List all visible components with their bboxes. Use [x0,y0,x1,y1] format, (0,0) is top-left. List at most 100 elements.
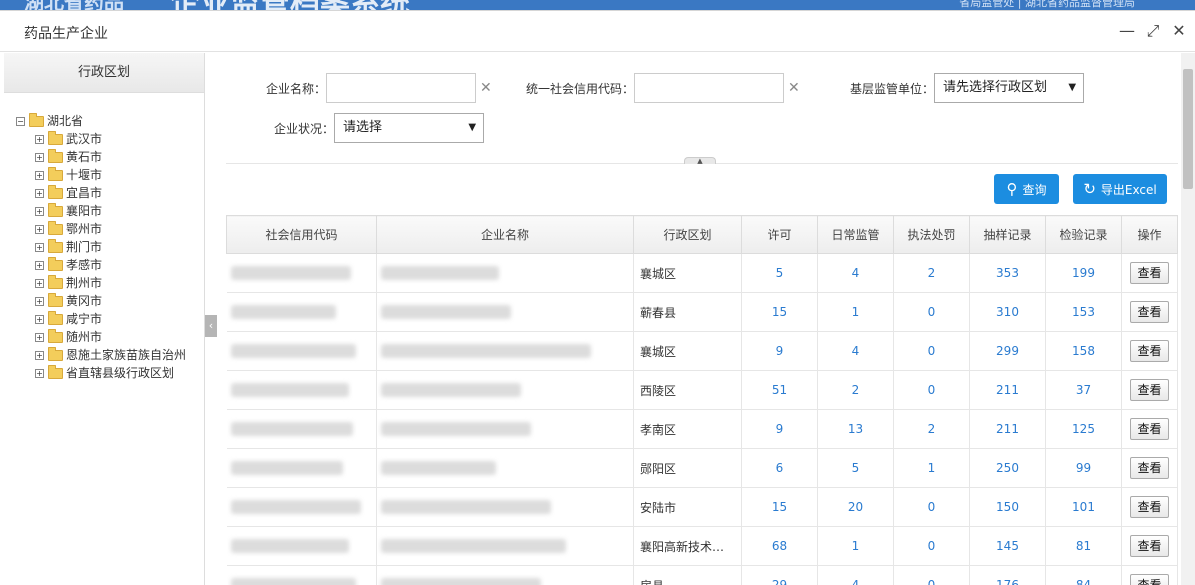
expand-icon[interactable]: + [35,314,44,324]
penalty-count-link[interactable]: 0 [893,331,970,371]
daily-supervision-count-link[interactable]: 1 [817,526,894,566]
license-count-link[interactable]: 9 [741,331,818,371]
sampling-count-link[interactable]: 299 [969,331,1046,371]
export-excel-button[interactable]: ↻ 导出Excel [1073,174,1167,204]
vertical-scrollbar[interactable] [1181,53,1195,585]
penalty-count-link[interactable]: 0 [893,292,970,332]
penalty-count-link[interactable]: 1 [893,448,970,488]
tree-node-city[interactable]: + 省直辖县级行政区划 [16,364,204,382]
sampling-count-link[interactable]: 250 [969,448,1046,488]
inspection-count-link[interactable]: 84 [1045,565,1122,585]
sampling-count-link[interactable]: 211 [969,409,1046,449]
view-button[interactable]: 查看 [1130,574,1169,585]
view-button[interactable]: 查看 [1130,496,1169,518]
license-count-link[interactable]: 5 [741,253,818,293]
expand-icon[interactable]: + [35,188,44,198]
inspection-count-link[interactable]: 199 [1045,253,1122,293]
close-icon[interactable]: ✕ [1171,23,1187,39]
sampling-count-link[interactable]: 353 [969,253,1046,293]
query-button[interactable]: ⚲ 查询 [994,174,1059,204]
filter-collapse-knob[interactable]: ▲ [684,157,716,165]
license-count-link[interactable]: 68 [741,526,818,566]
inspection-count-link[interactable]: 99 [1045,448,1122,488]
penalty-count-link[interactable]: 0 [893,565,970,585]
inspection-count-link[interactable]: 153 [1045,292,1122,332]
view-button[interactable]: 查看 [1130,340,1169,362]
expand-icon[interactable]: + [35,224,44,234]
clear-company-name-icon[interactable]: ✕ [480,80,492,96]
clear-credit-code-icon[interactable]: ✕ [788,80,800,96]
daily-supervision-count-link[interactable]: 4 [817,253,894,293]
credit-code-input[interactable] [634,73,785,103]
tree-node-city[interactable]: + 荆门市 [16,238,204,256]
daily-supervision-count-link[interactable]: 13 [817,409,894,449]
expand-icon[interactable]: + [35,152,44,162]
expand-icon[interactable]: + [35,350,44,360]
minimize-icon[interactable]: — [1119,23,1135,39]
penalty-count-link[interactable]: 0 [893,370,970,410]
license-count-link[interactable]: 15 [741,292,818,332]
penalty-count-link[interactable]: 0 [893,526,970,566]
penalty-count-link[interactable]: 2 [893,409,970,449]
expand-icon[interactable]: + [35,332,44,342]
daily-supervision-count-link[interactable]: 4 [817,331,894,371]
tree-node-city[interactable]: + 宜昌市 [16,184,204,202]
daily-supervision-count-link[interactable]: 4 [817,565,894,585]
scrollbar-thumb[interactable] [1183,69,1193,189]
expand-icon[interactable]: + [35,278,44,288]
panel-collapse-handle[interactable]: ‹ [205,315,217,337]
license-count-link[interactable]: 29 [741,565,818,585]
tree-node-city[interactable]: + 襄阳市 [16,202,204,220]
tree-node-city[interactable]: + 咸宁市 [16,310,204,328]
license-count-link[interactable]: 9 [741,409,818,449]
license-count-link[interactable]: 6 [741,448,818,488]
collapse-icon[interactable]: − [16,116,25,126]
inspection-count-link[interactable]: 158 [1045,331,1122,371]
expand-icon[interactable]: + [35,260,44,270]
tree-node-city[interactable]: + 黄冈市 [16,292,204,310]
daily-supervision-count-link[interactable]: 2 [817,370,894,410]
license-count-link[interactable]: 15 [741,487,818,527]
tree-node-city[interactable]: + 鄂州市 [16,220,204,238]
expand-icon[interactable]: + [35,368,44,378]
company-name-input[interactable] [326,73,477,103]
tree-node-city[interactable]: + 随州市 [16,328,204,346]
expand-icon[interactable]: + [35,170,44,180]
supervision-unit-select[interactable]: 请先选择行政区划 ▼ [934,73,1085,103]
sampling-count-link[interactable]: 145 [969,526,1046,566]
maximize-icon[interactable]: ⤢ [1145,23,1161,39]
tree-node-root[interactable]: − 湖北省 [16,112,204,130]
daily-supervision-count-link[interactable]: 1 [817,292,894,332]
view-button[interactable]: 查看 [1130,535,1169,557]
penalty-count-link[interactable]: 0 [893,487,970,527]
inspection-count-link[interactable]: 81 [1045,526,1122,566]
sampling-count-link[interactable]: 211 [969,370,1046,410]
view-button[interactable]: 查看 [1130,262,1169,284]
view-button[interactable]: 查看 [1130,418,1169,440]
sampling-count-link[interactable]: 310 [969,292,1046,332]
sampling-count-link[interactable]: 176 [969,565,1046,585]
tree-node-city[interactable]: + 恩施土家族苗族自治州 [16,346,204,364]
dropdown-arrow-icon: ▼ [468,122,477,133]
license-count-link[interactable]: 51 [741,370,818,410]
inspection-count-link[interactable]: 125 [1045,409,1122,449]
expand-icon[interactable]: + [35,296,44,306]
view-button[interactable]: 查看 [1130,457,1169,479]
expand-icon[interactable]: + [35,134,44,144]
view-button[interactable]: 查看 [1130,379,1169,401]
tree-node-city[interactable]: + 武汉市 [16,130,204,148]
status-select[interactable]: 请选择 ▼ [334,113,485,143]
daily-supervision-count-link[interactable]: 20 [817,487,894,527]
sampling-count-link[interactable]: 150 [969,487,1046,527]
tree-node-city[interactable]: + 孝感市 [16,256,204,274]
inspection-count-link[interactable]: 37 [1045,370,1122,410]
expand-icon[interactable]: + [35,206,44,216]
view-button[interactable]: 查看 [1130,301,1169,323]
tree-node-city[interactable]: + 黄石市 [16,148,204,166]
inspection-count-link[interactable]: 101 [1045,487,1122,527]
expand-icon[interactable]: + [35,242,44,252]
tree-node-city[interactable]: + 荆州市 [16,274,204,292]
tree-node-city[interactable]: + 十堰市 [16,166,204,184]
penalty-count-link[interactable]: 2 [893,253,970,293]
daily-supervision-count-link[interactable]: 5 [817,448,894,488]
